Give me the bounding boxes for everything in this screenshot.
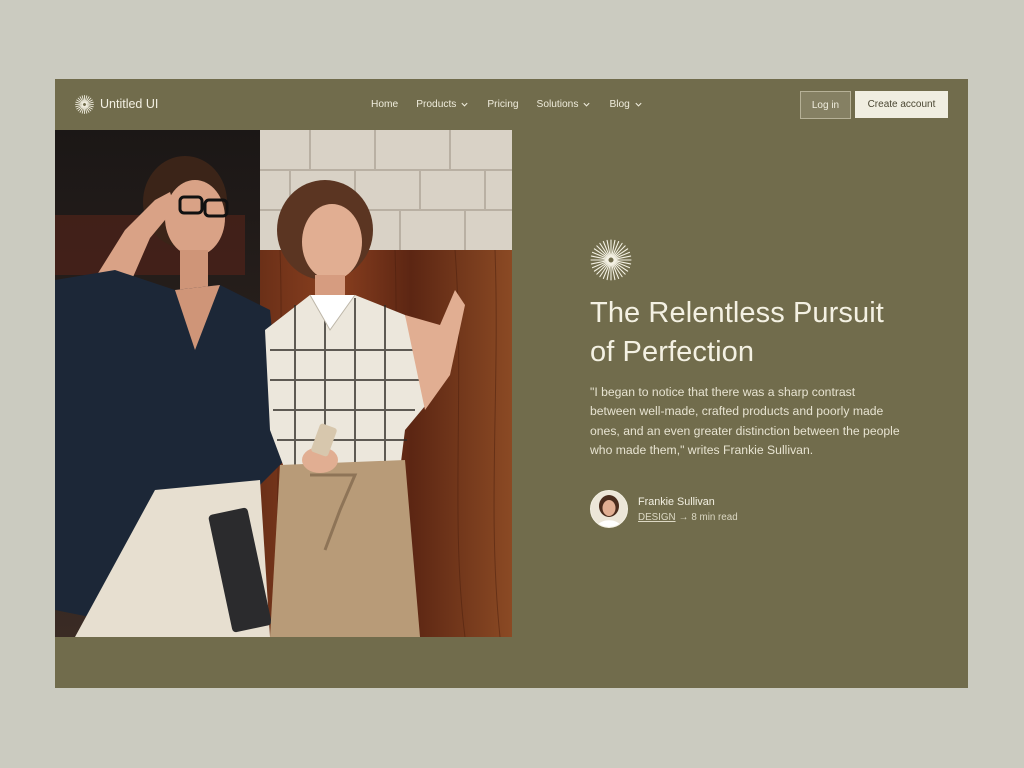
read-time: 8 min read [691,511,738,523]
brand-logo[interactable]: Untitled UI [75,94,158,114]
nav-home-label: Home [371,99,399,110]
category-link[interactable]: DESIGN [638,512,676,523]
chevron-down-icon [461,102,468,107]
brand-name: Untitled UI [100,97,159,111]
nav-blog[interactable]: Blog [609,99,642,110]
nav-products[interactable]: Products [416,99,469,110]
hero-quote: "I began to notice that there was a shar… [590,385,900,458]
author-block: Frankie Sullivan DESIGN → 8 min read [590,490,738,528]
chevron-down-icon [583,102,591,107]
nav-home[interactable]: Home [371,99,398,110]
sunburst-logo-icon [75,94,94,114]
arrow-separator: → [678,511,689,523]
nav-blog-label: Blog [609,99,630,110]
author-info: Frankie Sullivan DESIGN → 8 min read [638,496,738,523]
nav-pricing[interactable]: Pricing [487,99,518,110]
top-navbar: Untitled UI Home Products Pricing Soluti… [55,79,968,130]
hero-frame: Untitled UI Home Products Pricing Soluti… [55,79,968,688]
chevron-down-icon [635,102,642,107]
hero-photo [55,130,512,637]
nav-solutions-label: Solutions [536,99,579,110]
article-meta: DESIGN → 8 min read [638,512,738,523]
author-name[interactable]: Frankie Sullivan [638,496,738,508]
nav-solutions[interactable]: Solutions [537,99,592,110]
nav-pricing-label: Pricing [487,99,519,110]
avatar[interactable] [590,490,628,528]
login-button[interactable]: Log in [800,91,851,119]
nav-products-label: Products [416,99,457,110]
hero-title: The Relentless Pursuit of Perfection [590,297,884,368]
sunburst-decoration-icon [590,239,632,281]
create-account-button[interactable]: Create account [855,91,948,118]
main-menu: Home Products Pricing Solutions Blog [371,79,661,130]
